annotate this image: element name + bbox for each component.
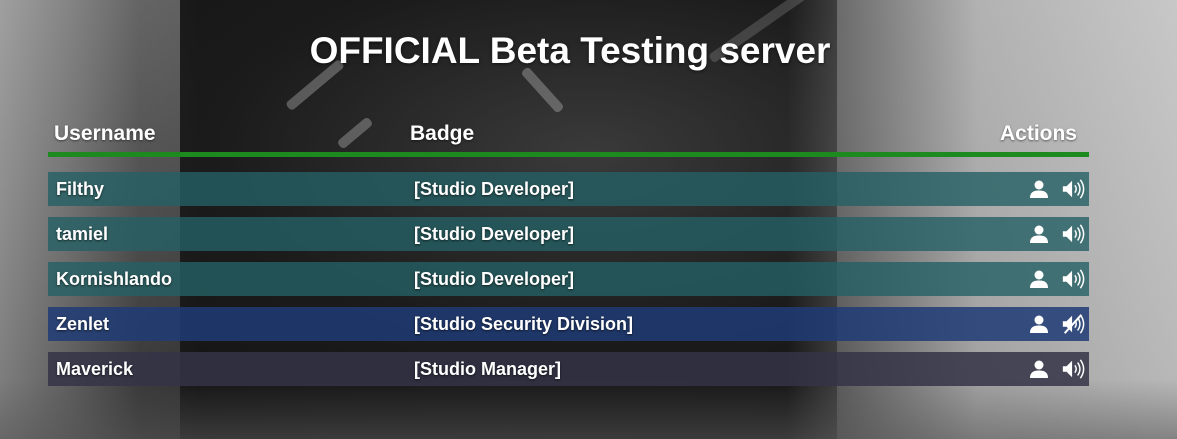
column-header-username: Username [54,122,156,145]
speaker-icon[interactable] [1061,267,1085,291]
player-badge: [Studio Security Division] [414,314,634,334]
player-actions [1027,311,1085,337]
player-actions [1027,176,1085,202]
player-badge: [Studio Developer] [414,269,575,289]
column-header-badge: Badge [410,122,475,145]
header-divider [48,152,1089,157]
player-row: Kornishlando [Studio Developer] [48,262,1089,296]
speaker-icon[interactable] [1061,177,1085,201]
profile-icon[interactable] [1027,177,1051,201]
profile-icon[interactable] [1027,222,1051,246]
player-list: Filthy [Studio Developer] tamiel [Studio… [48,172,1089,397]
player-username: Zenlet [56,314,110,334]
profile-icon[interactable] [1027,267,1051,291]
scoreboard-header: Username Badge Actions [48,120,1089,150]
background-beam [520,66,565,114]
profile-icon[interactable] [1027,357,1051,381]
player-actions [1027,356,1085,382]
player-badge: [Studio Developer] [414,224,575,244]
player-username: Kornishlando [56,269,172,289]
player-actions [1027,266,1085,292]
player-badge: [Studio Manager] [414,359,561,379]
speaker-icon[interactable] [1061,222,1085,246]
player-username: Maverick [56,359,134,379]
player-username: Filthy [56,179,104,199]
player-username: tamiel [56,224,109,244]
scoreboard-scene: OFFICIAL Beta Testing server Username Ba… [0,0,1177,439]
column-header-actions: Actions [999,122,1077,145]
player-row: tamiel [Studio Developer] [48,217,1089,251]
speaker-muted-icon[interactable] [1061,312,1085,336]
profile-icon[interactable] [1027,312,1051,336]
player-actions [1027,221,1085,247]
player-badge: [Studio Developer] [414,179,575,199]
player-row: Maverick [Studio Manager] [48,352,1089,386]
server-title: OFFICIAL Beta Testing server [309,30,831,71]
player-row: Zenlet [Studio Security Division] [48,307,1089,341]
speaker-icon[interactable] [1061,357,1085,381]
player-row: Filthy [Studio Developer] [48,172,1089,206]
